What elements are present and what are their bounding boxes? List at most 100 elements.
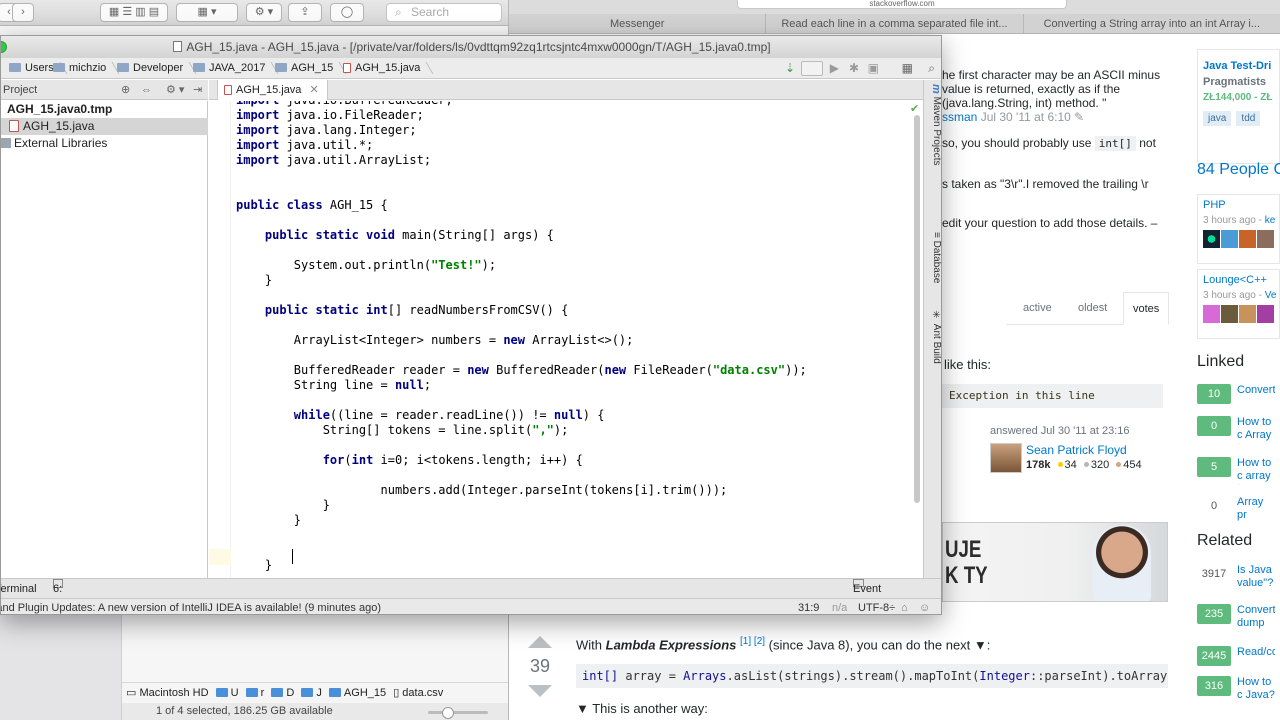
action-gear-icon[interactable]: ⚙ ▾ <box>246 3 282 22</box>
view-mode-buttons[interactable]: ▦ ☰ ▥ ▤ <box>100 3 168 22</box>
code-line[interactable]: } <box>236 513 301 528</box>
forward-button[interactable]: › <box>12 3 34 22</box>
avatar[interactable] <box>1221 230 1238 248</box>
hide-icon[interactable]: ⇥ <box>193 80 202 100</box>
debug-icon[interactable]: ✱ <box>849 58 859 79</box>
related-link[interactable]: How to c Java? <box>1237 676 1275 704</box>
code-line[interactable]: String line = null; <box>236 378 431 393</box>
path-item-developer[interactable]: D <box>271 687 294 699</box>
answer-user-link[interactable]: Sean Patrick Floyd <box>1026 443 1127 457</box>
tree-item-project-root[interactable]: AGH_15.java0.tmp <box>1 101 208 118</box>
tag-icon[interactable]: ◯ <box>330 3 364 22</box>
line-separator-indicator[interactable]: n/a <box>832 599 847 614</box>
collapse-icon[interactable]: ⇔ <box>141 80 152 100</box>
linked-item[interactable]: 0 Array pr <box>1197 496 1280 526</box>
code-editor[interactable]: import java.io.BufferedReader;import jav… <box>231 101 923 578</box>
avatar[interactable] <box>1239 230 1256 248</box>
breadcrumb-developer[interactable]: Developer <box>117 58 183 79</box>
room-name[interactable]: PHP <box>1203 199 1274 211</box>
code-line[interactable]: import java.io.FileReader; <box>236 108 424 123</box>
edit-icon[interactable]: ✎ <box>1074 110 1084 124</box>
breadcrumb-java2017[interactable]: JAVA_2017 <box>193 58 265 79</box>
path-item-user[interactable]: r <box>245 687 264 699</box>
code-line[interactable]: BufferedReader reader = new BufferedRead… <box>236 363 807 378</box>
linked-link[interactable]: How to c Array to <box>1237 416 1275 444</box>
code-line[interactable]: while((line = reader.readLine()) != null… <box>236 408 605 423</box>
project-view-selector[interactable]: Project <box>3 80 37 100</box>
editor-scrollbar[interactable] <box>914 115 920 503</box>
breadcrumb-michzio[interactable]: michzio <box>53 58 106 79</box>
reference-links[interactable]: [1] [2] <box>740 636 765 647</box>
path-item-users[interactable]: U <box>215 687 239 699</box>
search-everywhere-icon[interactable]: ⌕ <box>928 58 935 79</box>
sort-tab-active[interactable]: active <box>1014 292 1061 325</box>
room-user[interactable]: Ve <box>1265 290 1277 301</box>
avatar[interactable] <box>1239 305 1256 323</box>
editor-tab-agh15[interactable]: AGH_15.java ✕ <box>217 80 328 100</box>
linked-item[interactable]: 10 Convert <box>1197 384 1280 414</box>
breadcrumb-file[interactable]: AGH_15.java <box>343 58 420 79</box>
tab-messenger[interactable]: Messenger <box>509 14 767 33</box>
code-line[interactable]: public static void main(String[] args) { <box>236 228 554 243</box>
arrange-button[interactable]: ▦ ▾ <box>176 3 238 22</box>
close-tab-icon[interactable]: ✕ <box>309 84 318 96</box>
code-line[interactable]: import java.lang.Integer; <box>236 123 417 138</box>
tree-item-agh15-java[interactable]: AGH_15.java <box>1 118 208 135</box>
file-encoding[interactable]: UTF-8÷ <box>858 599 895 614</box>
inspector-icon[interactable]: ☺ <box>919 599 930 614</box>
code-line[interactable]: System.out.println("Test!"); <box>236 258 496 273</box>
related-item[interactable]: 2445 Read/co <box>1197 646 1280 676</box>
run-config-dropdown[interactable] <box>801 61 823 76</box>
gear-icon[interactable]: ⚙ ▾ <box>166 80 184 100</box>
avatar[interactable] <box>1221 305 1238 323</box>
caret-position[interactable]: 31:9 <box>798 599 819 614</box>
tag-java[interactable]: java <box>1203 111 1232 126</box>
breadcrumb-users[interactable]: Users <box>9 58 54 79</box>
linked-link[interactable]: How to c array to <box>1237 457 1275 485</box>
downvote-arrow-icon[interactable] <box>528 685 552 697</box>
sort-tab-votes[interactable]: votes <box>1123 292 1170 325</box>
job-title[interactable]: Java Test-Dri <box>1198 50 1279 72</box>
avatar[interactable] <box>1203 230 1220 248</box>
code-line[interactable]: import java.util.ArrayList; <box>236 153 431 168</box>
advertisement-banner[interactable]: UJE K TY <box>942 522 1168 602</box>
run-icon[interactable]: ▶ <box>830 58 839 79</box>
code-line[interactable]: } <box>236 273 272 288</box>
related-link[interactable]: Read/co <box>1237 646 1275 674</box>
avatar[interactable] <box>1257 305 1274 323</box>
address-bar[interactable]: stackoverflow.com <box>737 0 1067 9</box>
tab-converting-string-array[interactable]: Converting a String array into an int Ar… <box>1024 14 1280 33</box>
chat-heading[interactable]: 84 People C <box>1197 161 1280 179</box>
linked-item[interactable]: 5 How to c array to <box>1197 457 1280 487</box>
share-icon[interactable]: ⇪ <box>288 3 322 22</box>
maven-projects-tab[interactable]: m Maven Projects <box>926 84 941 165</box>
inspection-ok-icon[interactable]: ✔ <box>910 102 919 115</box>
chat-room-php[interactable]: PHP 3 hours ago - ke <box>1197 194 1280 264</box>
room-name[interactable]: Lounge<C++ <box>1203 274 1274 286</box>
lock-icon[interactable]: ⌂ <box>901 599 908 614</box>
comment-author-link[interactable]: ssman <box>942 110 977 124</box>
ant-build-tab[interactable]: ✳ Ant Build <box>926 310 941 364</box>
code-line[interactable]: } <box>236 498 330 513</box>
editor-gutter[interactable] <box>209 101 231 578</box>
job-ad[interactable]: Java Test-Dri Pragmatists ZŁ144,000 - ZŁ… <box>1197 49 1280 164</box>
sort-tab-oldest[interactable]: oldest <box>1069 292 1116 325</box>
code-line[interactable]: } <box>236 558 272 573</box>
related-item[interactable]: 316 How to c Java? <box>1197 676 1280 706</box>
avatar[interactable] <box>1203 305 1220 323</box>
project-structure-icon[interactable]: ▦ <box>902 58 913 79</box>
code-line[interactable]: numbers.add(Integer.parseInt(tokens[i].t… <box>236 483 727 498</box>
sync-icon[interactable]: ⊕ <box>121 80 130 100</box>
path-item-java[interactable]: J <box>301 687 322 699</box>
avatar[interactable] <box>1257 230 1274 248</box>
path-item-agh15[interactable]: AGH_15 <box>328 687 386 699</box>
code-line[interactable]: String[] tokens = line.split(","); <box>236 423 569 438</box>
code-line[interactable]: ArrayList<Integer> numbers = new ArrayLi… <box>236 333 634 348</box>
path-item-disk[interactable]: ▭ Macintosh HD <box>126 687 209 699</box>
related-link[interactable]: Is Java value"? <box>1237 564 1275 592</box>
room-user[interactable]: ke <box>1265 215 1276 226</box>
coverage-icon[interactable]: ▣ <box>868 58 879 79</box>
path-item-data-csv[interactable]: ▯ data.csv <box>393 687 443 699</box>
icon-size-slider[interactable] <box>428 707 488 719</box>
upvote-arrow-icon[interactable] <box>528 636 552 648</box>
